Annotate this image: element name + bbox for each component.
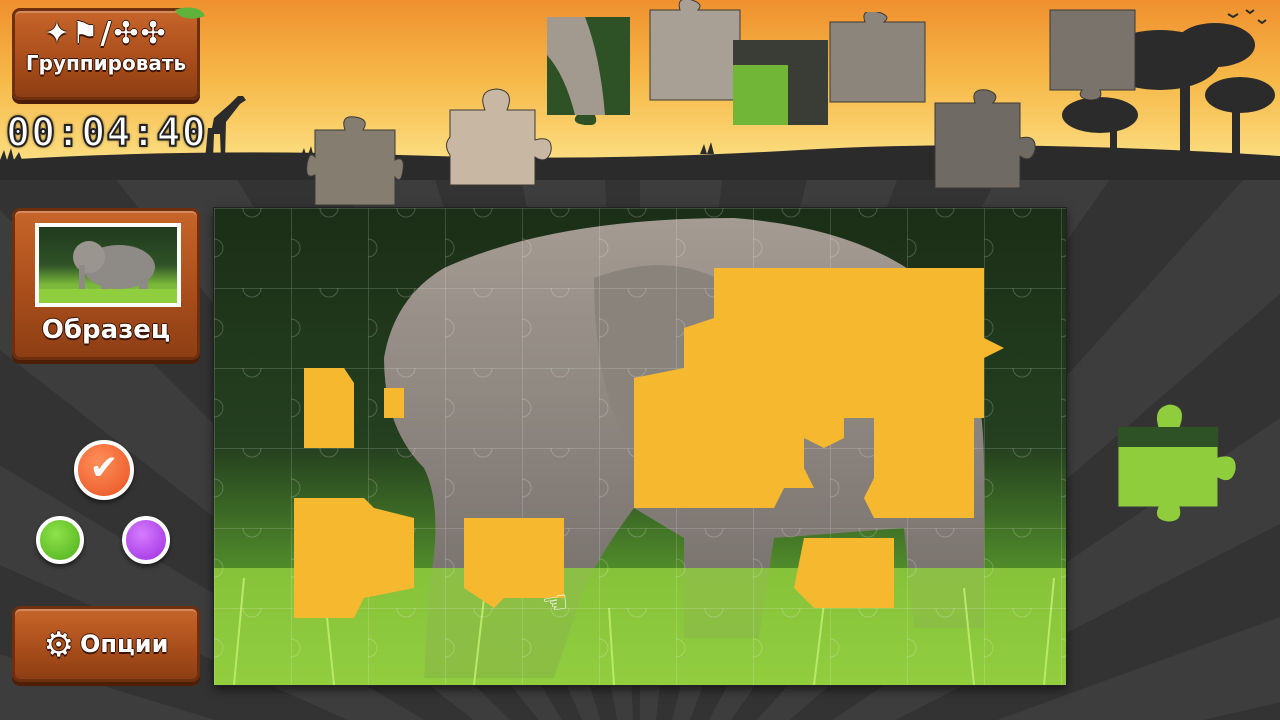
- loose-puzzle-piece[interactable]: [545, 15, 635, 125]
- sample-thumbnail: [35, 223, 181, 307]
- loose-puzzle-piece[interactable]: [445, 85, 555, 190]
- puzzle-image: [214, 208, 1066, 685]
- loose-puzzle-piece[interactable]: [820, 12, 935, 112]
- group-pieces-icon: ✦⚑/✣✣: [44, 16, 168, 51]
- sample-button[interactable]: Образец: [12, 208, 200, 360]
- loose-puzzle-piece[interactable]: [925, 88, 1040, 198]
- options-button[interactable]: ⚙ Опции: [12, 606, 200, 682]
- purple-background-option[interactable]: [122, 516, 170, 564]
- puzzle-board[interactable]: ☜: [214, 208, 1066, 685]
- sample-button-label: Образец: [41, 315, 171, 345]
- pointer-hand-icon: ☜: [539, 583, 572, 624]
- green-background-option[interactable]: [36, 516, 84, 564]
- elapsed-timer: 00:04:40: [5, 109, 207, 157]
- orange-background-option[interactable]: ✔: [74, 440, 134, 500]
- group-button-label: Группировать: [25, 51, 187, 75]
- loose-puzzle-piece[interactable]: [305, 115, 405, 210]
- loose-puzzle-piece[interactable]: [1108, 402, 1243, 524]
- elephant-thumbnail-image: [39, 241, 177, 303]
- group-button[interactable]: ✦⚑/✣✣ Группировать: [12, 1, 205, 100]
- checkmark-icon: ✔: [89, 448, 119, 488]
- options-button-label: Опции: [80, 630, 169, 658]
- loose-puzzle-piece[interactable]: [1040, 0, 1145, 100]
- gear-icon: ⚙: [43, 625, 75, 665]
